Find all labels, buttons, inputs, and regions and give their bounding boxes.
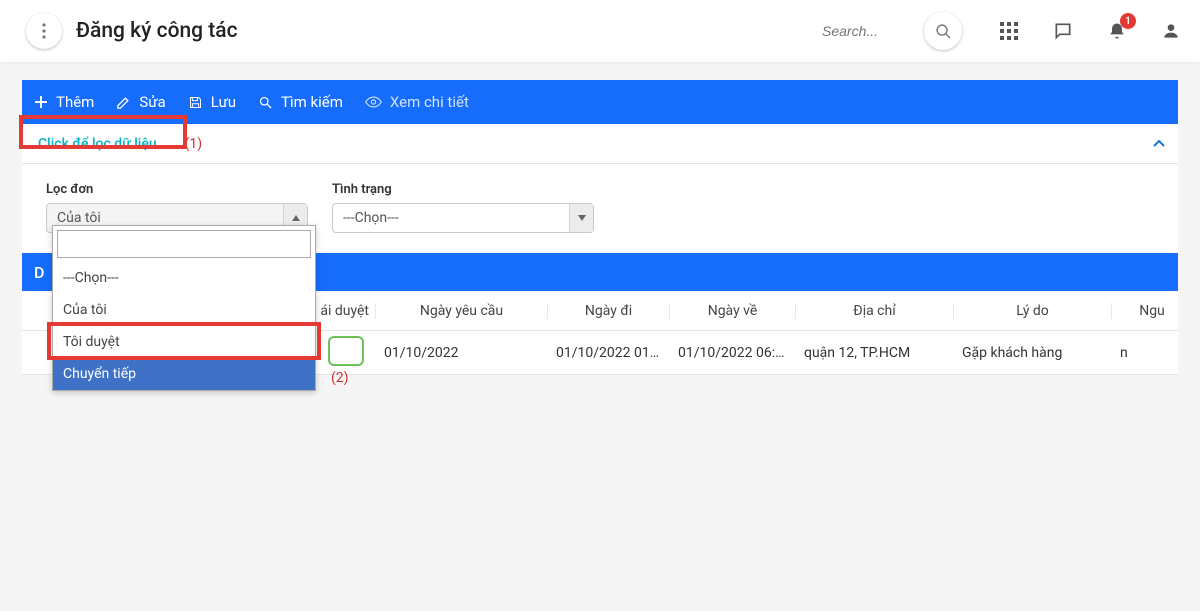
td-dia-chi: quận 12, TP.HCM [796,345,954,361]
edit-button[interactable]: Sửa [116,93,165,111]
td-ngay-ve: 01/10/2022 06:04 [670,345,796,361]
th-ngay-yeu-cau: Ngày yêu cầu [376,303,548,319]
filter-field2-label: Tình trạng [332,182,594,197]
td-nguoi: n [1112,345,1192,361]
dropdown-search-input[interactable] [57,230,311,258]
search-input[interactable] [812,23,920,39]
pencil-icon [116,95,131,110]
dropdown-option-chuyen-tiep[interactable]: Chuyển tiếp [53,358,315,390]
collapse-button[interactable] [1152,137,1166,151]
kebab-icon [42,23,46,39]
caret-down-icon [578,215,586,221]
save-icon [188,95,203,110]
chevron-up-icon [1152,137,1166,151]
view-detail-button[interactable]: Xem chi tiết [365,93,469,111]
edit-label: Sửa [139,93,165,111]
save-button[interactable]: Lưu [188,93,236,111]
dropdown-option-chon[interactable]: ---Chọn--- [53,262,315,294]
eye-icon [365,96,382,108]
th-ly-do: Lý do [954,303,1112,319]
apps-button[interactable] [998,20,1020,42]
td-ngay-yeu-cau: 01/10/2022 [376,345,548,361]
add-button[interactable]: Thêm [34,93,94,111]
account-button[interactable] [1160,20,1182,42]
search-button[interactable] [924,12,962,50]
search-icon [935,23,952,40]
status-badge [328,336,364,366]
search-icon [258,95,273,110]
apps-icon [1000,22,1018,40]
notifications-button[interactable]: 1 [1106,20,1128,42]
th-nguoi: Ngu [1112,303,1192,319]
th-ngay-di: Ngày đi [548,303,670,319]
page-title: Đăng ký công tác [76,19,238,43]
td-ngay-di: 01/10/2022 01:04 [548,345,670,361]
dropdown-option-toi-duyet[interactable]: Tôi duyệt [53,326,315,358]
view-label: Xem chi tiết [390,93,469,111]
filter-select-value: Của tôi [47,210,283,226]
filter-select-tinh-trang[interactable]: ---Chọn--- [332,203,594,233]
dropdown-option-cua-toi[interactable]: Của tôi [53,294,315,326]
filter-toggle[interactable]: Click để lọc dữ liệu [34,135,161,153]
filter-field1-label: Lọc đơn [46,182,308,197]
annotation-2: (2) [331,370,349,386]
td-ly-do: Gặp khách hàng [954,345,1112,361]
caret-up-icon [292,215,300,221]
annotation-1: (1) [185,136,203,152]
save-label: Lưu [211,93,236,111]
main-menu-button[interactable] [26,13,62,49]
message-icon [1053,21,1073,41]
add-label: Thêm [56,93,94,111]
th-ngay-ve: Ngày về [670,303,796,319]
dropdown-panel: ---Chọn--- Của tôi Tôi duyệt Chuyển tiếp [52,225,316,391]
th-dia-chi: Địa chỉ [796,303,954,319]
search-label: Tìm kiếm [281,93,343,111]
filter-select2-value: ---Chọn--- [333,210,569,226]
plus-icon [34,95,48,109]
messages-button[interactable] [1052,20,1074,42]
notification-badge: 1 [1120,13,1136,29]
person-icon [1161,21,1181,41]
search-button-toolbar[interactable]: Tìm kiếm [258,93,343,111]
